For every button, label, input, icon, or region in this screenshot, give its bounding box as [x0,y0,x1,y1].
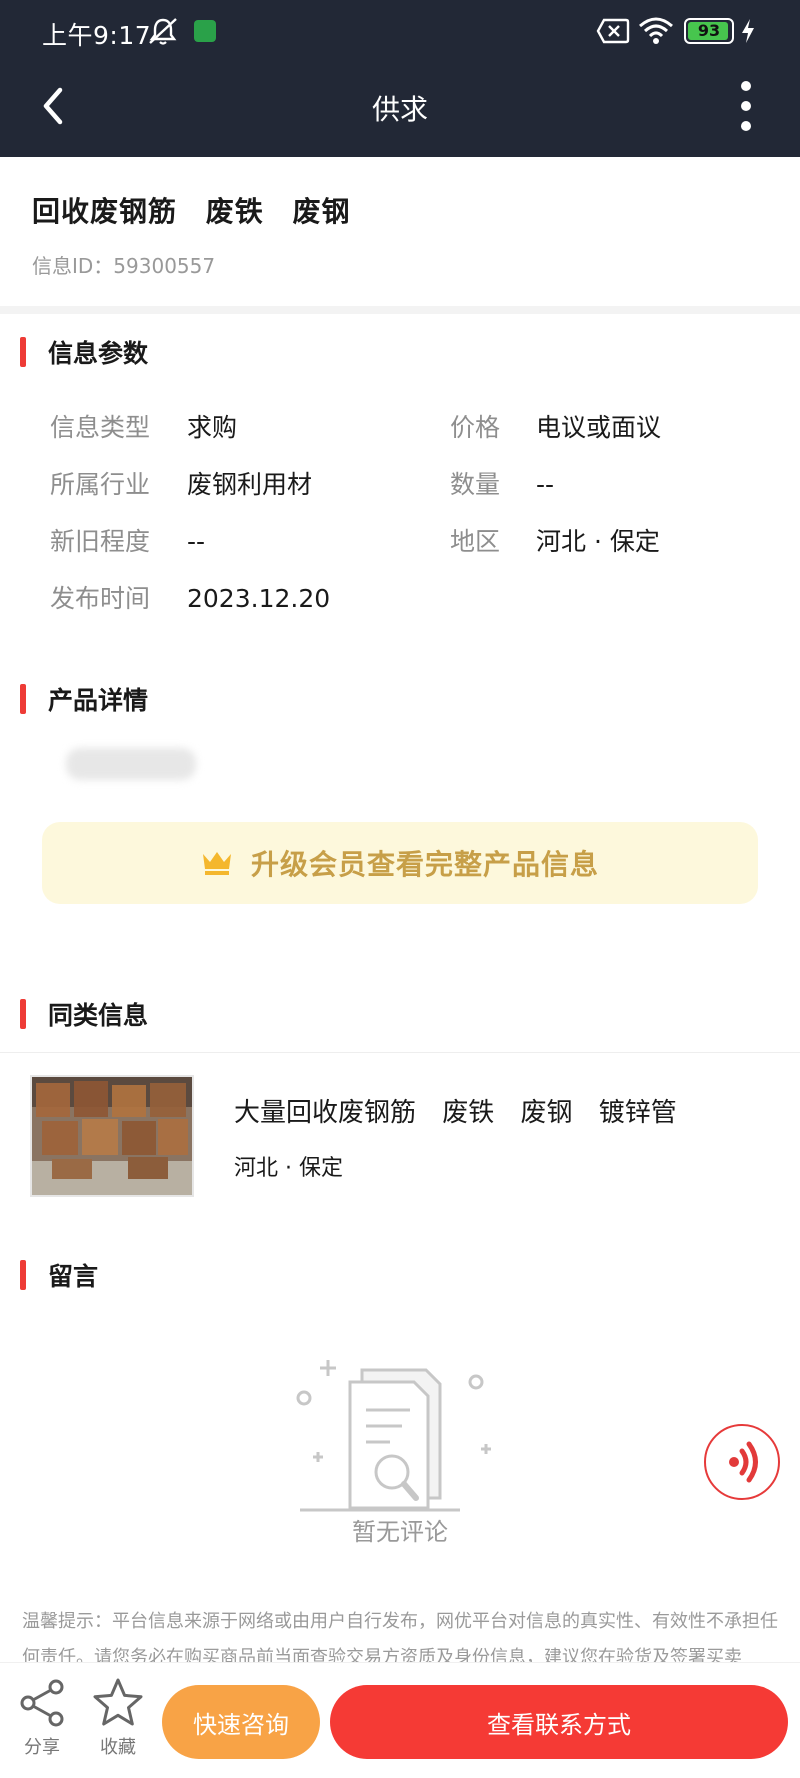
voice-button[interactable] [704,1424,780,1500]
param-value: 河北 · 保定 [536,527,660,556]
share-icon [20,1679,64,1727]
charging-icon [742,19,754,43]
status-time: 上午9:17 [42,21,152,50]
param-key: 价格 [450,413,501,442]
status-bar: 上午9:17 93 [0,0,800,62]
param-condition: 新旧程度 -- [50,522,205,558]
similar-item-title[interactable]: 大量回收废钢筋 废铁 废钢 镀锌管 [234,1092,677,1129]
param-value: 求购 [187,413,238,442]
mute-icon [149,18,177,45]
section-title-comments: 留言 [20,1259,98,1291]
upgrade-membership-button[interactable]: 升级会员查看完整产品信息 [42,822,758,904]
param-publish-date: 发布时间 2023.12.20 [50,579,330,615]
sim-off-icon [596,18,630,44]
section-divider [0,306,800,314]
param-value: -- [536,470,555,499]
param-key: 新旧程度 [50,527,151,556]
section-marker [20,684,26,714]
param-key: 地区 [450,527,501,556]
page-title: 供求 [371,93,428,126]
param-key: 数量 [450,470,501,499]
sound-wave-icon [729,1441,758,1483]
param-quantity: 数量 -- [450,465,554,501]
section-title-text: 留言 [48,1262,99,1291]
similar-item-region: 河北 · 保定 [234,1156,343,1181]
param-price: 价格 电议或面议 [450,408,661,444]
section-marker [20,337,26,367]
more-vertical-icon[interactable] [734,76,758,136]
param-industry: 所属行业 废钢利用材 [50,465,312,501]
empty-comments-icon [296,1360,491,1512]
disclaimer-text: 温馨提示：平台信息来源于网络或由用户自行发布，网优平台对信息的真实性、有效性不承… [22,1611,778,1662]
section-title-text: 产品详情 [48,686,149,715]
bottom-action-bar: 分享 收藏 快速咨询 查看联系方式 [0,1662,800,1778]
favorite-button[interactable]: 收藏 [88,1677,148,1759]
share-label: 分享 [24,1737,60,1758]
section-title-similar: 同类信息 [20,998,148,1030]
favorite-label: 收藏 [100,1737,136,1758]
app-notification-icon [194,20,216,42]
nav-bar: 供求 [0,62,800,157]
section-title-params: 信息参数 [20,336,148,368]
quick-consult-button[interactable]: 快速咨询 [162,1685,320,1759]
top-bar: 上午9:17 93 供求 [0,0,800,157]
section-title-text: 信息参数 [48,339,149,368]
upgrade-text: 升级会员查看完整产品信息 [250,848,599,881]
section-divider [0,1052,800,1053]
star-icon [93,1678,143,1726]
section-title-detail: 产品详情 [20,683,148,715]
param-region: 地区 河北 · 保定 [450,522,660,558]
similar-item-image[interactable] [30,1075,194,1197]
param-key: 信息类型 [50,413,151,442]
params-grid: 信息类型 求购 价格 电议或面议 所属行业 废钢利用材 数量 -- 新旧程度 -- 地区 河… [50,408,770,636]
info-title: 回收废钢筋 废铁 废钢 [32,195,351,228]
param-row: 所属行业 废钢利用材 数量 -- [50,465,770,522]
param-info-type: 信息类型 求购 [50,408,237,444]
param-value: 2023.12.20 [187,584,331,613]
section-marker [20,999,26,1029]
empty-comments-text: 暂无评论 [352,1518,448,1546]
rebar-photo [32,1077,192,1195]
param-value: 电议或面议 [536,413,662,442]
param-value: -- [187,527,206,556]
section-marker [20,1260,26,1290]
info-id: 信息ID：59300557 [32,254,216,278]
blurred-detail-text [66,748,196,780]
share-button[interactable]: 分享 [12,1677,72,1759]
param-row: 发布时间 2023.12.20 [50,579,770,636]
crown-icon [202,852,231,875]
param-key: 发布时间 [50,584,151,613]
battery-level: 93 [697,21,721,40]
param-row: 信息类型 求购 价格 电议或面议 [50,408,770,465]
section-title-text: 同类信息 [48,1001,149,1030]
param-row: 新旧程度 -- 地区 河北 · 保定 [50,522,770,579]
param-key: 所属行业 [50,470,151,499]
view-contact-button[interactable]: 查看联系方式 [330,1685,788,1759]
wifi-icon [639,17,673,44]
battery-icon: 93 [684,18,734,44]
param-value: 废钢利用材 [187,470,313,499]
